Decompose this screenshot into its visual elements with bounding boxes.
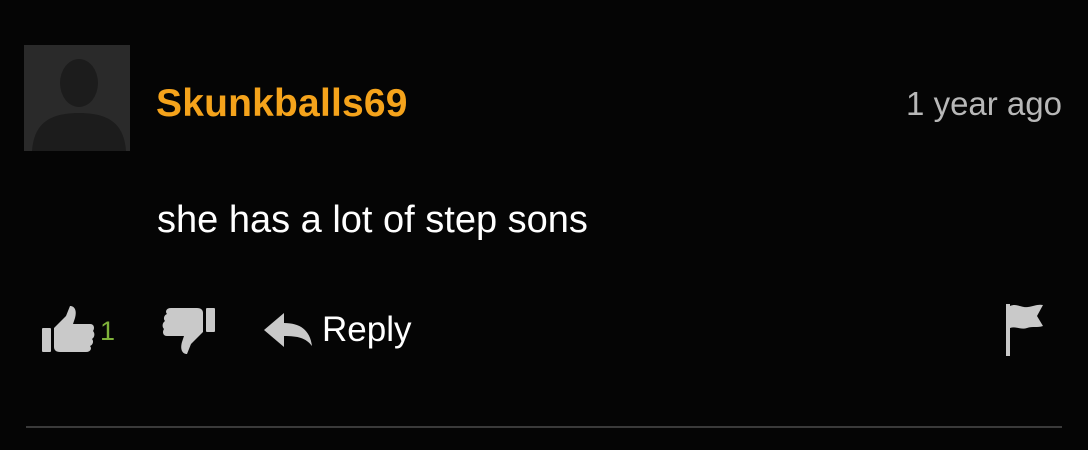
like-count: 1 (100, 315, 116, 346)
like-button[interactable]: 1 (40, 304, 115, 356)
timestamp: 1 year ago (906, 85, 1062, 122)
report-button[interactable] (1003, 302, 1047, 363)
dislike-button[interactable] (160, 304, 218, 356)
flag-icon (1006, 304, 1043, 356)
comment-card: Skunkballs69 1 year ago she has a lot of… (0, 0, 1088, 450)
thumbs-up-icon (42, 306, 95, 352)
comment-text: she has a lot of step sons (157, 199, 588, 241)
comment-actions: 1 Reply (0, 300, 1088, 360)
username-link[interactable]: Skunkballs69 (156, 80, 408, 128)
user-silhouette-icon (24, 45, 130, 151)
avatar[interactable] (24, 45, 130, 151)
thumbs-down-icon (162, 308, 215, 354)
reply-label: Reply (322, 310, 412, 349)
reply-arrow-icon (264, 313, 312, 347)
reply-button[interactable]: Reply (262, 304, 411, 356)
divider (26, 426, 1062, 428)
